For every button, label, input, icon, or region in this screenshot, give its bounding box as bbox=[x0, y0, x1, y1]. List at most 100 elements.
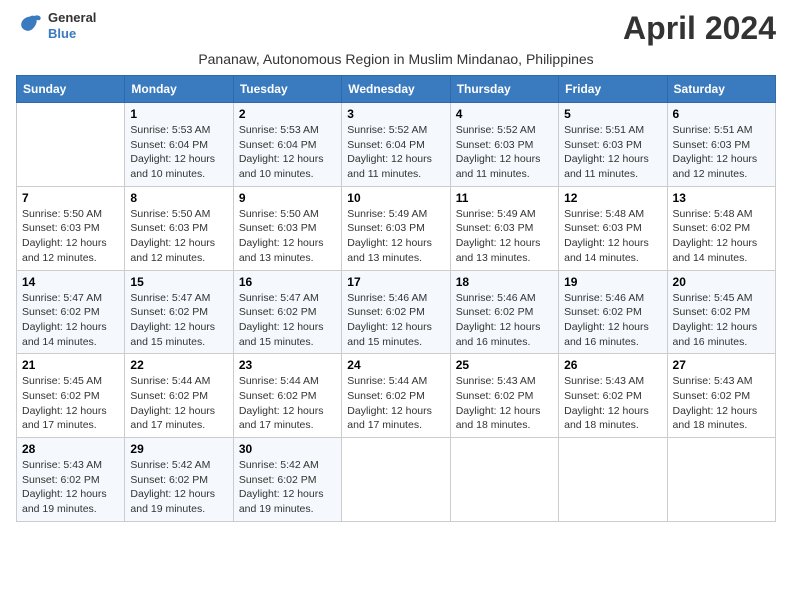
header-saturday: Saturday bbox=[667, 76, 775, 103]
day-number: 9 bbox=[239, 191, 336, 205]
day-number: 7 bbox=[22, 191, 119, 205]
day-number: 29 bbox=[130, 442, 227, 456]
header-monday: Monday bbox=[125, 76, 233, 103]
header-thursday: Thursday bbox=[450, 76, 558, 103]
day-number: 17 bbox=[347, 275, 444, 289]
calendar-cell: 12Sunrise: 5:48 AMSunset: 6:03 PMDayligh… bbox=[559, 186, 667, 270]
day-number: 21 bbox=[22, 358, 119, 372]
day-info: Sunrise: 5:53 AMSunset: 6:04 PMDaylight:… bbox=[239, 123, 336, 182]
calendar-cell: 5 Sunrise: 5:51 AMSunset: 6:03 PMDaylight… bbox=[559, 103, 667, 187]
calendar-cell: 13 Sunrise: 5:48 AMSunset: 6:02 PMDayligh… bbox=[667, 186, 775, 270]
calendar-cell: 11 Sunrise: 5:49 AMSunset: 6:03 PMDayligh… bbox=[450, 186, 558, 270]
day-info: Sunrise: 5:53 AMSunset: 6:04 PMDaylight:… bbox=[130, 123, 227, 182]
calendar-cell: 29 Sunrise: 5:42 AMSunset: 6:02 PMDayligh… bbox=[125, 438, 233, 522]
day-info: Sunrise: 5:49 AMSunset: 6:03 PMDaylight:… bbox=[456, 207, 553, 266]
calendar-cell: 26Sunrise: 5:43 AMSunset: 6:02 PMDayligh… bbox=[559, 354, 667, 438]
day-number: 28 bbox=[22, 442, 119, 456]
calendar-cell: 18Sunrise: 5:46 AMSunset: 6:02 PMDayligh… bbox=[450, 270, 558, 354]
day-number: 27 bbox=[673, 358, 770, 372]
calendar-cell: 8Sunrise: 5:50 AMSunset: 6:03 PMDaylight… bbox=[125, 186, 233, 270]
day-info: Sunrise: 5:43 AMSunset: 6:02 PMDaylight:… bbox=[564, 374, 661, 433]
calendar-cell: 10Sunrise: 5:49 AMSunset: 6:03 PMDayligh… bbox=[342, 186, 450, 270]
day-info: Sunrise: 5:44 AMSunset: 6:02 PMDaylight:… bbox=[347, 374, 444, 433]
header-row: Sunday Monday Tuesday Wednesday Thursday… bbox=[17, 76, 776, 103]
day-number: 18 bbox=[456, 275, 553, 289]
day-info: Sunrise: 5:43 AMSunset: 6:02 PMDaylight:… bbox=[456, 374, 553, 433]
header-wednesday: Wednesday bbox=[342, 76, 450, 103]
calendar-cell: 30 Sunrise: 5:42 AMSunset: 6:02 PMDayligh… bbox=[233, 438, 341, 522]
calendar-cell: 28 Sunrise: 5:43 AMSunset: 6:02 PMDayligh… bbox=[17, 438, 125, 522]
logo-icon bbox=[16, 12, 44, 40]
logo: General Blue bbox=[16, 10, 96, 41]
day-info: Sunrise: 5:50 AMSunset: 6:03 PMDaylight:… bbox=[239, 207, 336, 266]
calendar-cell: 7Sunrise: 5:50 AMSunset: 6:03 PMDaylight… bbox=[17, 186, 125, 270]
day-info: Sunrise: 5:45 AMSunset: 6:02 PMDaylight:… bbox=[673, 291, 770, 350]
calendar-cell bbox=[342, 438, 450, 522]
day-info: Sunrise: 5:44 AMSunset: 6:02 PMDaylight:… bbox=[130, 374, 227, 433]
calendar-cell bbox=[667, 438, 775, 522]
day-number: 6 bbox=[673, 107, 770, 121]
day-number: 25 bbox=[456, 358, 553, 372]
calendar-cell: 14 Sunrise: 5:47 AMSunset: 6:02 PMDayligh… bbox=[17, 270, 125, 354]
logo-text: General Blue bbox=[48, 10, 96, 41]
calendar-week-5: 28 Sunrise: 5:43 AMSunset: 6:02 PMDayligh… bbox=[17, 438, 776, 522]
calendar-cell: 24 Sunrise: 5:44 AMSunset: 6:02 PMDayligh… bbox=[342, 354, 450, 438]
calendar-cell: 19Sunrise: 5:46 AMSunset: 6:02 PMDayligh… bbox=[559, 270, 667, 354]
calendar-cell: 4 Sunrise: 5:52 AMSunset: 6:03 PMDaylight… bbox=[450, 103, 558, 187]
day-info: Sunrise: 5:46 AMSunset: 6:02 PMDaylight:… bbox=[564, 291, 661, 350]
calendar-cell: 15 Sunrise: 5:47 AMSunset: 6:02 PMDayligh… bbox=[125, 270, 233, 354]
day-number: 23 bbox=[239, 358, 336, 372]
calendar-cell bbox=[450, 438, 558, 522]
calendar-cell: 22 Sunrise: 5:44 AMSunset: 6:02 PMDayligh… bbox=[125, 354, 233, 438]
day-number: 15 bbox=[130, 275, 227, 289]
day-number: 12 bbox=[564, 191, 661, 205]
day-number: 24 bbox=[347, 358, 444, 372]
day-info: Sunrise: 5:43 AMSunset: 6:02 PMDaylight:… bbox=[673, 374, 770, 433]
day-number: 10 bbox=[347, 191, 444, 205]
day-number: 8 bbox=[130, 191, 227, 205]
day-number: 16 bbox=[239, 275, 336, 289]
calendar-cell: 2 Sunrise: 5:53 AMSunset: 6:04 PMDaylight… bbox=[233, 103, 341, 187]
day-info: Sunrise: 5:47 AMSunset: 6:02 PMDaylight:… bbox=[130, 291, 227, 350]
day-number: 5 bbox=[564, 107, 661, 121]
day-number: 14 bbox=[22, 275, 119, 289]
day-number: 1 bbox=[130, 107, 227, 121]
day-info: Sunrise: 5:47 AMSunset: 6:02 PMDaylight:… bbox=[239, 291, 336, 350]
day-info: Sunrise: 5:44 AMSunset: 6:02 PMDaylight:… bbox=[239, 374, 336, 433]
calendar-body: 1 Sunrise: 5:53 AMSunset: 6:04 PMDaylight… bbox=[17, 103, 776, 522]
day-info: Sunrise: 5:47 AMSunset: 6:02 PMDaylight:… bbox=[22, 291, 119, 350]
day-info: Sunrise: 5:42 AMSunset: 6:02 PMDaylight:… bbox=[239, 458, 336, 517]
header-sunday: Sunday bbox=[17, 76, 125, 103]
day-number: 22 bbox=[130, 358, 227, 372]
day-number: 2 bbox=[239, 107, 336, 121]
day-info: Sunrise: 5:46 AMSunset: 6:02 PMDaylight:… bbox=[347, 291, 444, 350]
day-number: 20 bbox=[673, 275, 770, 289]
day-number: 4 bbox=[456, 107, 553, 121]
calendar-cell: 20 Sunrise: 5:45 AMSunset: 6:02 PMDayligh… bbox=[667, 270, 775, 354]
day-info: Sunrise: 5:43 AMSunset: 6:02 PMDaylight:… bbox=[22, 458, 119, 517]
calendar-week-2: 7 Sunrise: 5:50 AMSunset: 6:03 PMDaylight… bbox=[17, 186, 776, 270]
day-info: Sunrise: 5:52 AMSunset: 6:03 PMDaylight:… bbox=[456, 123, 553, 182]
day-info: Sunrise: 5:51 AMSunset: 6:03 PMDaylight:… bbox=[673, 123, 770, 182]
calendar-week-3: 14 Sunrise: 5:47 AMSunset: 6:02 PMDayligh… bbox=[17, 270, 776, 354]
day-info: Sunrise: 5:52 AMSunset: 6:04 PMDaylight:… bbox=[347, 123, 444, 182]
day-number: 11 bbox=[456, 191, 553, 205]
calendar-week-4: 21 Sunrise: 5:45 AMSunset: 6:02 PMDayligh… bbox=[17, 354, 776, 438]
day-info: Sunrise: 5:45 AMSunset: 6:02 PMDaylight:… bbox=[22, 374, 119, 433]
day-number: 3 bbox=[347, 107, 444, 121]
day-info: Sunrise: 5:42 AMSunset: 6:02 PMDaylight:… bbox=[130, 458, 227, 517]
day-info: Sunrise: 5:48 AMSunset: 6:02 PMDaylight:… bbox=[673, 207, 770, 266]
calendar-cell bbox=[559, 438, 667, 522]
calendar-cell: 23 Sunrise: 5:44 AMSunset: 6:02 PMDayligh… bbox=[233, 354, 341, 438]
day-number: 13 bbox=[673, 191, 770, 205]
day-number: 30 bbox=[239, 442, 336, 456]
page-header: General Blue April 2024 bbox=[16, 10, 776, 47]
calendar-week-1: 1 Sunrise: 5:53 AMSunset: 6:04 PMDaylight… bbox=[17, 103, 776, 187]
calendar-cell: 27 Sunrise: 5:43 AMSunset: 6:02 PMDayligh… bbox=[667, 354, 775, 438]
day-info: Sunrise: 5:51 AMSunset: 6:03 PMDaylight:… bbox=[564, 123, 661, 182]
calendar-header: Sunday Monday Tuesday Wednesday Thursday… bbox=[17, 76, 776, 103]
calendar-cell: 17 Sunrise: 5:46 AMSunset: 6:02 PMDayligh… bbox=[342, 270, 450, 354]
month-title: April 2024 bbox=[623, 10, 776, 47]
calendar-table: Sunday Monday Tuesday Wednesday Thursday… bbox=[16, 75, 776, 522]
calendar-cell: 1 Sunrise: 5:53 AMSunset: 6:04 PMDaylight… bbox=[125, 103, 233, 187]
